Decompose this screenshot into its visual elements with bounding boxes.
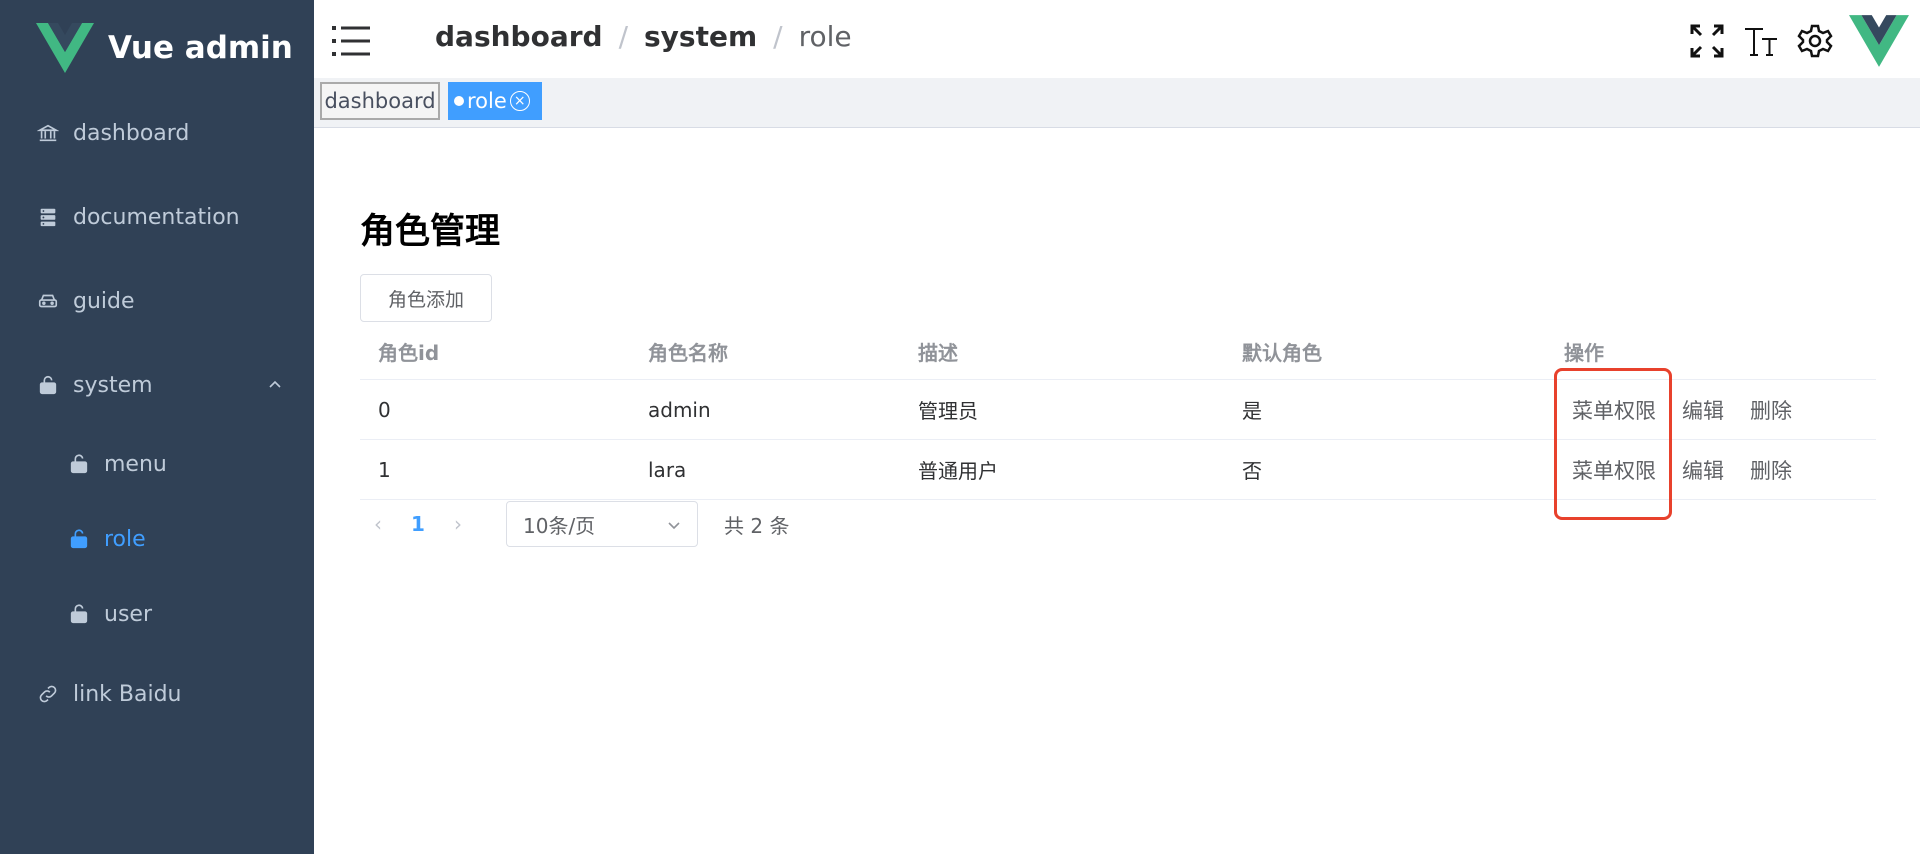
next-page-button[interactable]: › (440, 512, 476, 536)
column-header: 角色id (378, 341, 440, 365)
breadcrumb: dashboard / system / role (435, 20, 852, 53)
add-role-button[interactable]: 角色添加 (360, 274, 492, 322)
sidebar-item-dashboard[interactable]: dashboard (0, 113, 314, 153)
sidebar-item-label: system (73, 372, 153, 398)
sidebar-item-label: role (104, 526, 146, 552)
tags-view: dashboard role × (314, 78, 1920, 128)
table-row: 1 lara 普通用户 否 菜单权限 编辑 删除 (360, 440, 1876, 500)
sidebar-item-system[interactable]: system (0, 365, 314, 405)
sidebar-item-label: menu (104, 451, 167, 477)
cell-actions: 菜单权限 编辑 删除 (1564, 380, 1818, 439)
fullscreen-icon[interactable] (1686, 20, 1728, 62)
cell-actions: 菜单权限 编辑 删除 (1564, 440, 1818, 499)
role-table: 角色id 角色名称 描述 默认角色 操作 0 admin 管理员 是 菜单权限 … (360, 324, 1876, 500)
total-count: 共 2 条 (724, 513, 790, 538)
column-header: 描述 (918, 341, 958, 365)
sidebar-item-menu[interactable]: menu (0, 444, 314, 484)
sidebar-item-label: dashboard (73, 120, 190, 146)
tag-label: role (467, 89, 507, 113)
brand-title: Vue admin (108, 30, 293, 66)
breadcrumb-separator: / (773, 20, 783, 53)
cell-default: 否 (1242, 459, 1262, 483)
vue-logo-icon (36, 23, 94, 73)
pagination: ‹ 1 › 10条/页 共 2 条 (360, 501, 789, 547)
cell-desc: 普通用户 (918, 459, 998, 483)
vue-logo-icon[interactable] (1848, 13, 1910, 69)
sidebar: Vue admin dashboard documentation guide … (0, 0, 314, 854)
page-size-select[interactable]: 10条/页 (506, 501, 698, 547)
close-icon[interactable]: × (509, 91, 530, 111)
menu-permission-button[interactable]: 菜单权限 (1572, 455, 1656, 485)
delete-button[interactable]: 删除 (1750, 395, 1792, 425)
car-icon (37, 290, 59, 312)
unlock-icon (68, 603, 90, 625)
unlock-icon (68, 528, 90, 550)
top-navbar: dashboard / system / role (314, 0, 1920, 78)
tag-role[interactable]: role × (448, 82, 542, 120)
sidebar-logo[interactable]: Vue admin (0, 0, 314, 96)
sidebar-item-label: link Baidu (73, 681, 182, 707)
edit-button[interactable]: 编辑 (1682, 455, 1724, 485)
link-icon (37, 683, 59, 705)
delete-button[interactable]: 删除 (1750, 455, 1792, 485)
menu-permission-button[interactable]: 菜单权限 (1572, 395, 1656, 425)
sidebar-item-role[interactable]: role (0, 519, 314, 559)
page-title: 角色管理 (360, 212, 501, 252)
sidebar-item-user[interactable]: user (0, 594, 314, 634)
server-icon (37, 206, 59, 228)
chevron-down-icon (668, 522, 680, 530)
font-size-icon[interactable] (1740, 20, 1782, 62)
chevron-up-icon (269, 380, 281, 388)
page-number[interactable]: 1 (396, 512, 440, 536)
main-content: 角色管理 角色添加 角色id 角色名称 描述 默认角色 操作 0 admin 管… (314, 128, 1920, 854)
prev-page-button[interactable]: ‹ (360, 512, 396, 536)
cell-name: lara (648, 457, 687, 482)
cell-name: admin (648, 397, 711, 422)
tag-dashboard[interactable]: dashboard (320, 82, 440, 120)
sidebar-item-label: user (104, 601, 152, 627)
active-dot-icon (454, 96, 464, 106)
sidebar-item-label: guide (73, 288, 135, 314)
cell-desc: 管理员 (918, 399, 978, 423)
breadcrumb-item-role: role (798, 20, 852, 53)
column-header: 默认角色 (1242, 341, 1322, 365)
breadcrumb-item-system[interactable]: system (644, 20, 757, 53)
edit-button[interactable]: 编辑 (1682, 395, 1724, 425)
sidebar-item-guide[interactable]: guide (0, 281, 314, 321)
unlock-icon (68, 453, 90, 475)
lock-icon (37, 374, 59, 396)
sidebar-item-link-baidu[interactable]: link Baidu (0, 674, 314, 714)
cell-default: 是 (1242, 399, 1262, 423)
cell-id: 0 (378, 397, 391, 422)
bank-icon (37, 122, 59, 144)
sidebar-item-label: documentation (73, 204, 240, 230)
column-header: 角色名称 (648, 341, 728, 365)
tag-label: dashboard (324, 89, 436, 113)
page-size-value: 10条/页 (523, 513, 596, 538)
header-actions (1674, 12, 1920, 70)
breadcrumb-separator: / (618, 20, 628, 53)
table-row: 0 admin 管理员 是 菜单权限 编辑 删除 (360, 380, 1876, 440)
table-header: 角色id 角色名称 描述 默认角色 操作 (360, 324, 1876, 380)
hamburger-icon[interactable] (332, 24, 372, 58)
settings-icon[interactable] (1794, 20, 1836, 62)
breadcrumb-item-dashboard[interactable]: dashboard (435, 20, 603, 53)
cell-id: 1 (378, 457, 391, 482)
column-header: 操作 (1564, 341, 1604, 365)
sidebar-item-documentation[interactable]: documentation (0, 197, 314, 237)
